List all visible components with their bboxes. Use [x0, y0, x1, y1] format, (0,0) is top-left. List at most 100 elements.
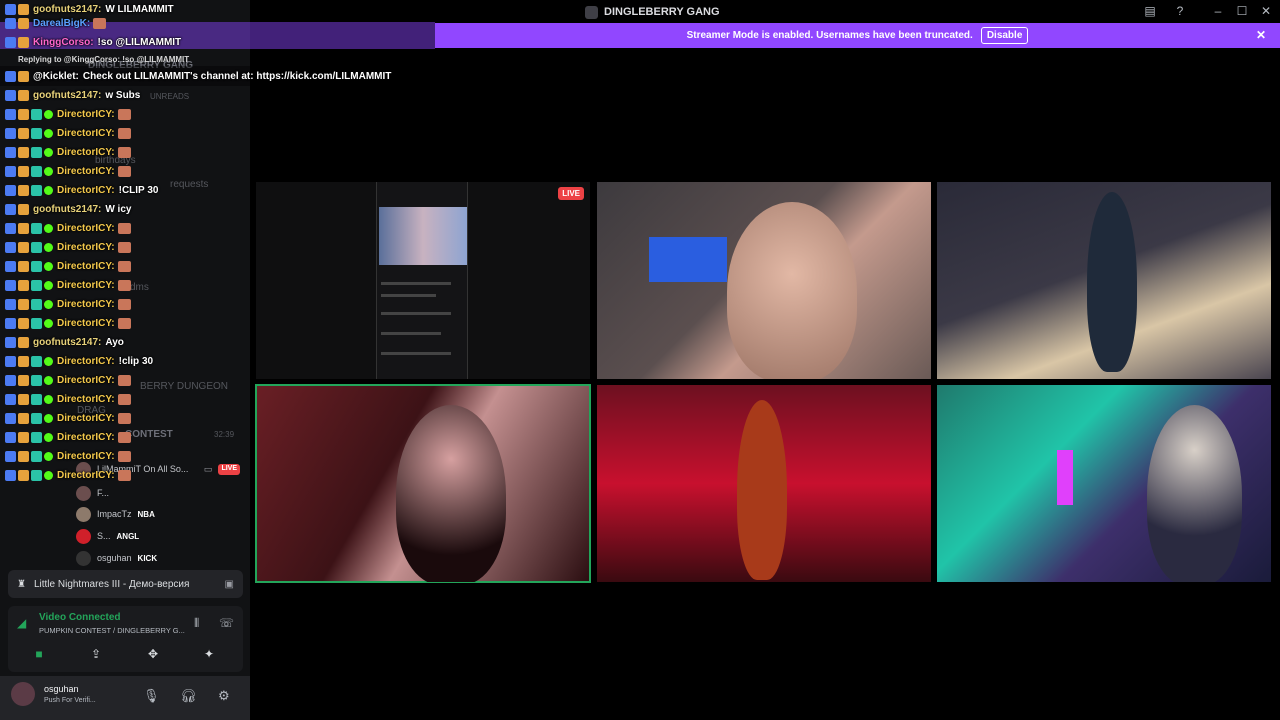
voice-member-row[interactable]: ImpacTz NBA [76, 505, 155, 523]
chat-username[interactable]: goofnuts2147: [33, 204, 101, 215]
video-tile-camera-speaking[interactable] [255, 384, 591, 583]
chat-username[interactable]: DirectorICY: [57, 318, 115, 329]
game-library-icon[interactable]: ▣ [225, 579, 234, 590]
chat-badge-icon [18, 413, 29, 424]
chat-username[interactable]: KinggCorso: [33, 37, 94, 48]
video-tile-camera[interactable] [597, 385, 931, 582]
gear-icon[interactable]: ⚙ [218, 688, 230, 704]
chat-message: DarealBigK: [5, 14, 107, 33]
chat-badge-icon [18, 223, 29, 234]
voice-status[interactable]: Video Connected [39, 612, 121, 623]
voice-member-row[interactable]: S... ANGL [76, 527, 139, 545]
emote-icon [117, 261, 131, 272]
chat-username[interactable]: DirectorICY: [57, 470, 115, 481]
chat-badge-icon [18, 90, 29, 101]
screen-share-button[interactable]: ⇪ [83, 644, 109, 664]
close-icon[interactable]: ✕ [1256, 28, 1266, 42]
chat-badge-icon [5, 90, 16, 101]
chat-username[interactable]: DirectorICY: [57, 394, 115, 405]
user-avatar[interactable] [11, 682, 35, 706]
signal-icon[interactable]: ◢ [17, 616, 26, 630]
chat-username[interactable]: DirectorICY: [57, 128, 115, 139]
text-line [381, 312, 451, 315]
chat-username[interactable]: DirectorICY: [57, 356, 115, 367]
chat-badge-icon [18, 356, 29, 367]
minimize-icon[interactable]: – [1210, 3, 1226, 19]
chat-badge-icon [18, 71, 29, 82]
chat-badge-icon [31, 185, 42, 196]
chat-username[interactable]: DirectorICY: [57, 432, 115, 443]
member-name: S... [97, 531, 111, 541]
voice-channel[interactable]: PUMPKIN CONTEST / DINGLEBERRY G... [39, 626, 185, 635]
chat-badge-icon [5, 71, 16, 82]
chat-username[interactable]: DarealBigK: [33, 18, 90, 29]
chat-username[interactable]: goofnuts2147: [33, 90, 101, 101]
chat-badge-icon [18, 451, 29, 462]
chat-badge-icon [5, 356, 16, 367]
streamer-mode-banner: Streamer Mode is enabled. Usernames have… [435, 23, 1280, 48]
chat-badge-icon [44, 433, 53, 442]
text-line [381, 352, 451, 355]
chat-message: DirectorICY: [5, 143, 131, 162]
chat-badge-icon [18, 375, 29, 386]
chat-badge-icon [44, 224, 53, 233]
chat-username[interactable]: DirectorICY: [57, 261, 115, 272]
headphones-icon[interactable]: 🎧︎ [180, 688, 197, 704]
emote-icon [117, 280, 131, 291]
chat-username[interactable]: DirectorICY: [57, 299, 115, 310]
help-icon[interactable]: ? [1172, 3, 1188, 19]
maximize-icon[interactable]: ☐ [1234, 3, 1250, 19]
chat-badge-icon [31, 166, 42, 177]
emote-icon [117, 242, 131, 253]
user-panel: osguhan Push For Verifi... 🎙︎ 🎧︎ ⚙ [0, 676, 250, 720]
chat-badge-icon [18, 128, 29, 139]
disable-streamer-mode-button[interactable]: Disable [980, 27, 1029, 44]
avatar [76, 506, 91, 522]
activities-button[interactable]: ✥ [140, 644, 166, 664]
chat-username[interactable]: @Kicklet: [33, 71, 79, 82]
chat-badge-icon [18, 299, 29, 310]
emote-icon [117, 109, 131, 120]
chat-badge-icon [18, 109, 29, 120]
chat-badge-icon [31, 318, 42, 329]
disconnect-icon[interactable]: ☏ [219, 616, 234, 630]
chat-badge-icon [44, 148, 53, 157]
chat-text: Ayo [105, 337, 124, 348]
chat-username[interactable]: DirectorICY: [57, 451, 115, 462]
chat-message: goofnuts2147: w Subs [5, 86, 140, 105]
chat-username[interactable]: DirectorICY: [57, 413, 115, 424]
chat-text: w Subs [105, 90, 141, 101]
chat-badge-icon [31, 242, 42, 253]
video-tile-screenshare[interactable]: LIVE [256, 182, 590, 379]
chat-username[interactable]: DirectorICY: [57, 147, 115, 158]
video-tile-camera[interactable] [937, 182, 1271, 379]
voice-member-row[interactable]: osguhan KICK [76, 549, 157, 567]
inbox-icon[interactable]: ▤ [1142, 3, 1158, 19]
chat-username[interactable]: goofnuts2147: [33, 337, 101, 348]
emote-icon [117, 128, 131, 139]
microphone-icon[interactable]: 🎙︎ [143, 688, 160, 704]
chat-username[interactable]: DirectorICY: [57, 166, 115, 177]
chat-username[interactable]: DirectorICY: [57, 242, 115, 253]
chat-username[interactable]: DirectorICY: [57, 375, 115, 386]
close-icon[interactable]: ✕ [1258, 3, 1274, 19]
avatar [76, 528, 91, 544]
noise-suppression-icon[interactable]: ⦀ [194, 616, 199, 631]
chat-username[interactable]: DirectorICY: [57, 185, 115, 196]
chat-badge-icon [5, 147, 16, 158]
video-tile-camera[interactable] [597, 182, 931, 379]
activity-bar[interactable]: ♜ Little Nightmares III - Демо-версия ▣ [8, 570, 243, 598]
chat-username[interactable]: DirectorICY: [57, 223, 115, 234]
chat-badge-icon [5, 128, 16, 139]
user-name[interactable]: osguhan [44, 684, 79, 694]
chat-username[interactable]: DirectorICY: [57, 280, 115, 291]
chat-username[interactable]: DirectorICY: [57, 109, 115, 120]
chat-badge-icon [5, 318, 16, 329]
chat-badge-icon [44, 129, 53, 138]
chat-message: DirectorICY: [5, 219, 131, 238]
camera-button[interactable]: ■ [26, 644, 52, 664]
soundboard-button[interactable]: ✦ [196, 644, 222, 664]
video-tile-camera[interactable] [937, 385, 1271, 582]
participant-figure [727, 202, 857, 379]
avatar [76, 550, 91, 566]
